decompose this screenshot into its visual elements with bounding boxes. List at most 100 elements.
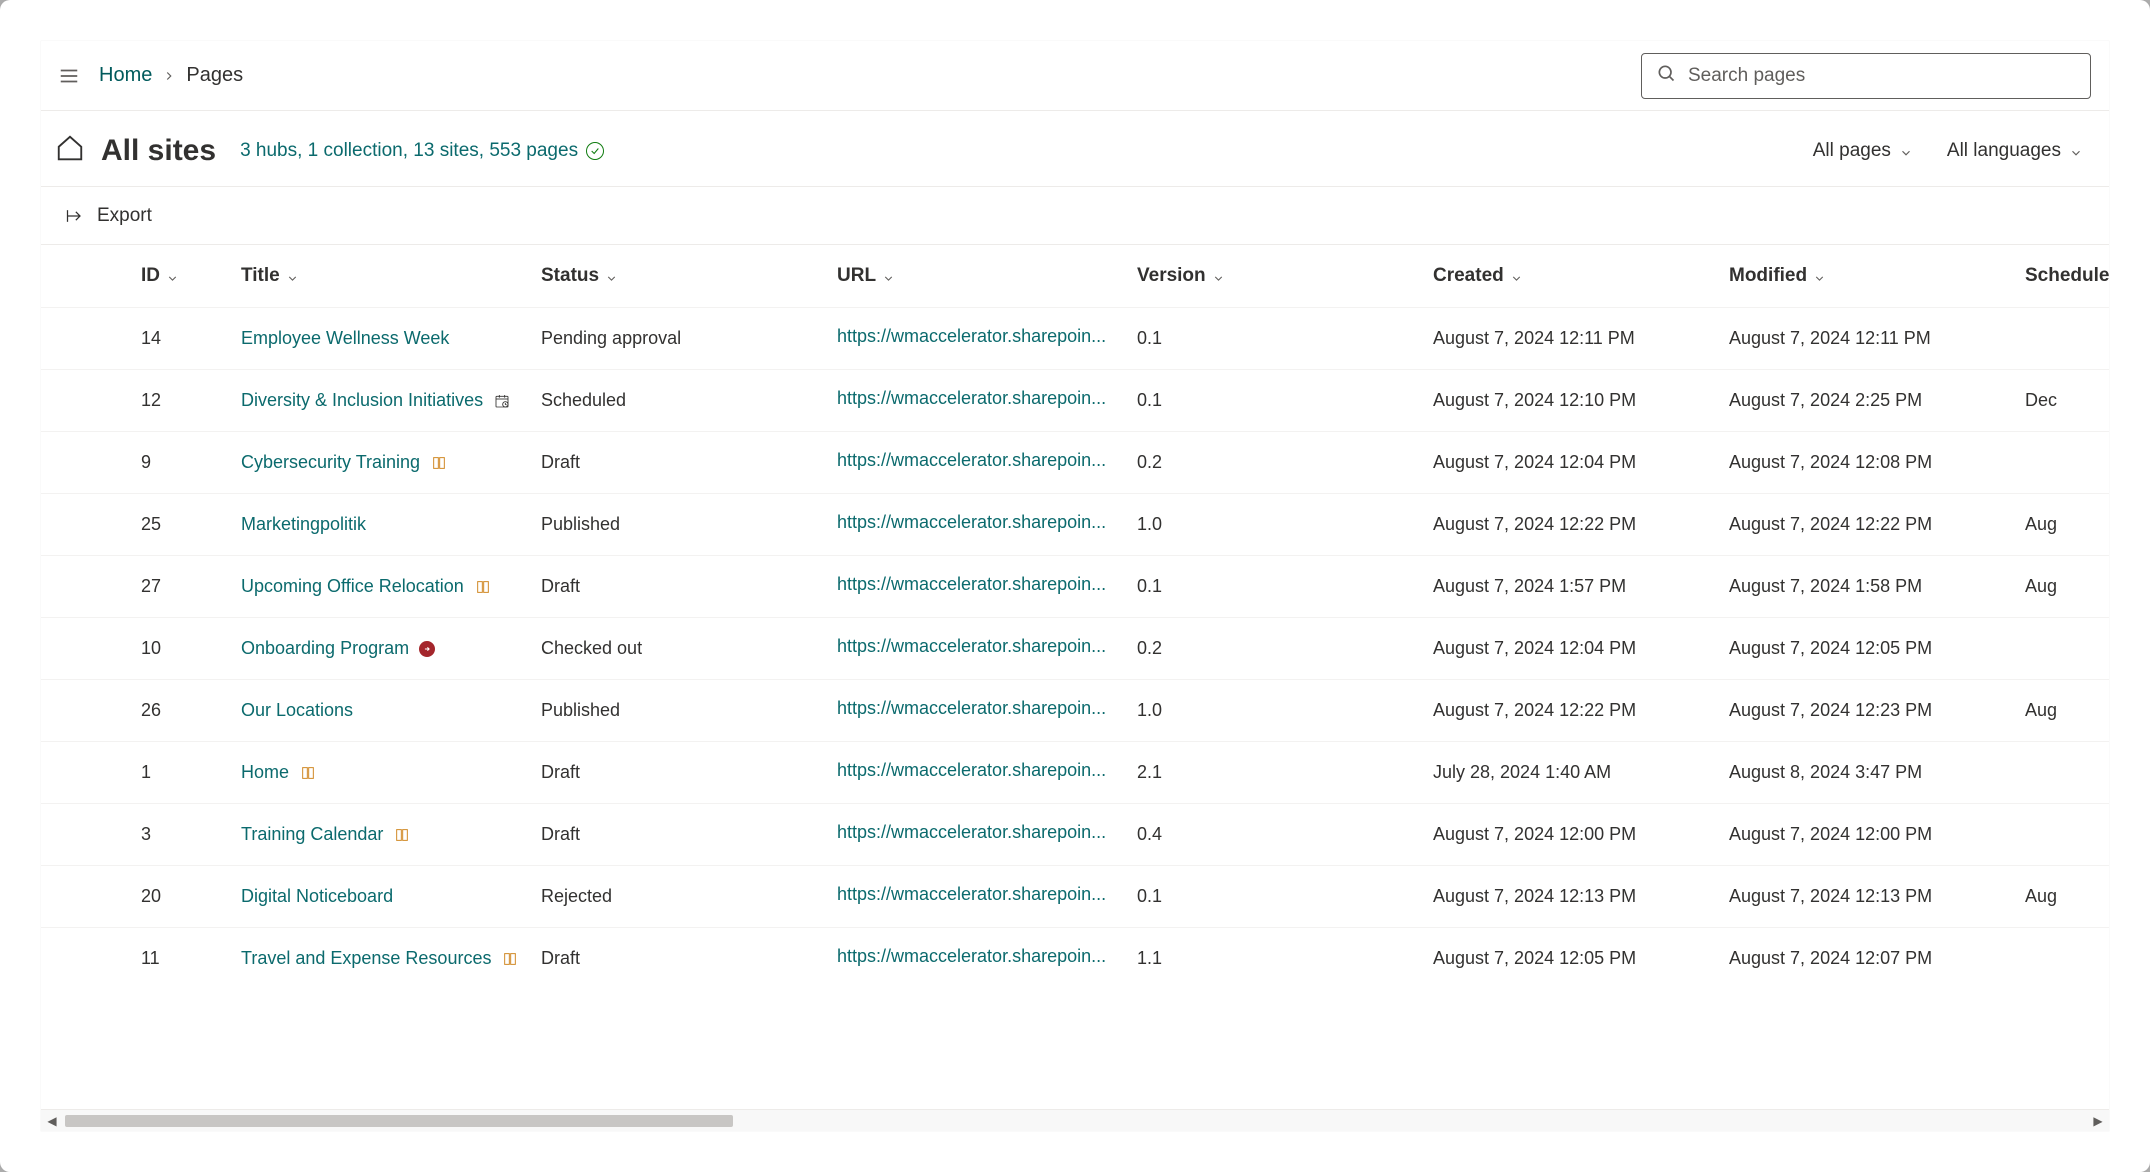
breadcrumb-current: Pages <box>186 64 243 87</box>
column-scheduled[interactable]: Scheduled <box>2015 245 2109 308</box>
page-url-link[interactable]: https://wmaccelerator.sharepoin... <box>837 760 1106 781</box>
cell-url: https://wmaccelerator.sharepoin... <box>827 618 1127 680</box>
page-title-link[interactable]: Home <box>241 762 289 783</box>
page-title-link[interactable]: Our Locations <box>241 700 353 721</box>
cell-select[interactable] <box>41 308 131 370</box>
cell-select[interactable] <box>41 494 131 556</box>
breadcrumb-home[interactable]: Home <box>99 64 152 87</box>
table-row[interactable]: 20Digital NoticeboardRejectedhttps://wma… <box>41 866 2109 928</box>
table-row[interactable]: 10Onboarding ProgramChecked outhttps://w… <box>41 618 2109 680</box>
scrollbar-track[interactable] <box>63 1113 2087 1129</box>
page-title-link[interactable]: Cybersecurity Training <box>241 452 420 473</box>
cell-modified: August 7, 2024 12:07 PM <box>1719 928 2015 990</box>
horizontal-scrollbar[interactable]: ◀ ▶ <box>41 1109 2109 1131</box>
column-modified[interactable]: Modified <box>1719 245 2015 308</box>
cell-id: 26 <box>131 680 231 742</box>
cell-modified: August 7, 2024 12:23 PM <box>1719 680 2015 742</box>
scroll-right-arrow[interactable]: ▶ <box>2087 1114 2109 1128</box>
table-row[interactable]: 26Our LocationsPublishedhttps://wmaccele… <box>41 680 2109 742</box>
page-title-link[interactable]: Upcoming Office Relocation <box>241 576 464 597</box>
cell-select[interactable] <box>41 370 131 432</box>
cell-select[interactable] <box>41 556 131 618</box>
search-input[interactable] <box>1688 65 2076 87</box>
table-row[interactable]: 9Cybersecurity TrainingDrafthttps://wmac… <box>41 432 2109 494</box>
chevron-down-icon <box>286 269 300 283</box>
page-url-link[interactable]: https://wmaccelerator.sharepoin... <box>837 388 1106 409</box>
page-title-link[interactable]: Digital Noticeboard <box>241 886 393 907</box>
cell-title: Home <box>231 742 531 804</box>
cell-version: 1.0 <box>1127 494 1423 556</box>
cell-select[interactable] <box>41 432 131 494</box>
cell-url: https://wmaccelerator.sharepoin... <box>827 432 1127 494</box>
cell-status: Pending approval <box>531 308 827 370</box>
cell-scheduled <box>2015 432 2109 494</box>
table-row[interactable]: 14Employee Wellness WeekPending approval… <box>41 308 2109 370</box>
cell-created: August 7, 2024 12:04 PM <box>1423 618 1719 680</box>
search-box[interactable] <box>1641 53 2091 99</box>
column-id[interactable]: ID <box>131 245 231 308</box>
cell-version: 1.1 <box>1127 928 1423 990</box>
page-title-link[interactable]: Diversity & Inclusion Initiatives <box>241 390 483 411</box>
cell-status: Draft <box>531 742 827 804</box>
cell-scheduled: Dec <box>2015 370 2109 432</box>
column-version[interactable]: Version <box>1127 245 1423 308</box>
table-row[interactable]: 27Upcoming Office RelocationDrafthttps:/… <box>41 556 2109 618</box>
column-status[interactable]: Status <box>531 245 827 308</box>
cell-select[interactable] <box>41 742 131 804</box>
cell-id: 10 <box>131 618 231 680</box>
column-select[interactable] <box>41 245 131 308</box>
book-icon <box>430 454 448 472</box>
table-row[interactable]: 3Training CalendarDrafthttps://wmacceler… <box>41 804 2109 866</box>
page-url-link[interactable]: https://wmaccelerator.sharepoin... <box>837 326 1106 347</box>
page-url-link[interactable]: https://wmaccelerator.sharepoin... <box>837 636 1106 657</box>
cell-version: 0.1 <box>1127 866 1423 928</box>
cell-title: Upcoming Office Relocation <box>231 556 531 618</box>
cell-status: Draft <box>531 556 827 618</box>
page-title-link[interactable]: Employee Wellness Week <box>241 328 449 349</box>
export-button[interactable]: Export <box>61 199 156 233</box>
table-row[interactable]: 12Diversity & Inclusion InitiativesSched… <box>41 370 2109 432</box>
page-url-link[interactable]: https://wmaccelerator.sharepoin... <box>837 946 1106 967</box>
page-url-link[interactable]: https://wmaccelerator.sharepoin... <box>837 822 1106 843</box>
table-row[interactable]: 11Travel and Expense ResourcesDrafthttps… <box>41 928 2109 990</box>
table-wrap[interactable]: ID Title Status URL Version Created Modi… <box>41 245 2109 1109</box>
cell-created: July 28, 2024 1:40 AM <box>1423 742 1719 804</box>
cell-select[interactable] <box>41 866 131 928</box>
page-title-link[interactable]: Onboarding Program <box>241 638 409 659</box>
page-url-link[interactable]: https://wmaccelerator.sharepoin... <box>837 884 1106 905</box>
scrollbar-thumb[interactable] <box>65 1115 733 1127</box>
scroll-left-arrow[interactable]: ◀ <box>41 1114 63 1128</box>
column-title[interactable]: Title <box>231 245 531 308</box>
column-created[interactable]: Created <box>1423 245 1719 308</box>
column-url[interactable]: URL <box>827 245 1127 308</box>
page-url-link[interactable]: https://wmaccelerator.sharepoin... <box>837 698 1106 719</box>
page-url-link[interactable]: https://wmaccelerator.sharepoin... <box>837 574 1106 595</box>
summary-text: 3 hubs, 1 collection, 13 sites, 553 page… <box>240 140 578 162</box>
chevron-right-icon <box>162 69 176 83</box>
table-row[interactable]: 25MarketingpolitikPublishedhttps://wmacc… <box>41 494 2109 556</box>
filter-pages-dropdown[interactable]: All pages <box>1813 140 1913 162</box>
chevron-down-icon <box>1813 269 1827 283</box>
cell-select[interactable] <box>41 804 131 866</box>
hamburger-menu-icon[interactable] <box>53 60 85 92</box>
page-url-link[interactable]: https://wmaccelerator.sharepoin... <box>837 512 1106 533</box>
page-url-link[interactable]: https://wmaccelerator.sharepoin... <box>837 450 1106 471</box>
filter-language-dropdown[interactable]: All languages <box>1947 140 2083 162</box>
cell-url: https://wmaccelerator.sharepoin... <box>827 556 1127 618</box>
cell-select[interactable] <box>41 618 131 680</box>
cell-modified: August 7, 2024 1:58 PM <box>1719 556 2015 618</box>
book-icon <box>299 764 317 782</box>
page-title-link[interactable]: Training Calendar <box>241 824 383 845</box>
table-row[interactable]: 1HomeDrafthttps://wmaccelerator.sharepoi… <box>41 742 2109 804</box>
cell-created: August 7, 2024 12:10 PM <box>1423 370 1719 432</box>
chevron-down-icon <box>166 269 180 283</box>
cell-url: https://wmaccelerator.sharepoin... <box>827 928 1127 990</box>
cell-scheduled <box>2015 308 2109 370</box>
page-title-link[interactable]: Marketingpolitik <box>241 514 366 535</box>
toolbar: Export <box>41 187 2109 245</box>
page-title-link[interactable]: Travel and Expense Resources <box>241 948 491 969</box>
cell-select[interactable] <box>41 680 131 742</box>
cell-title: Diversity & Inclusion Initiatives <box>231 370 531 432</box>
cell-select[interactable] <box>41 928 131 990</box>
cell-version: 0.2 <box>1127 432 1423 494</box>
